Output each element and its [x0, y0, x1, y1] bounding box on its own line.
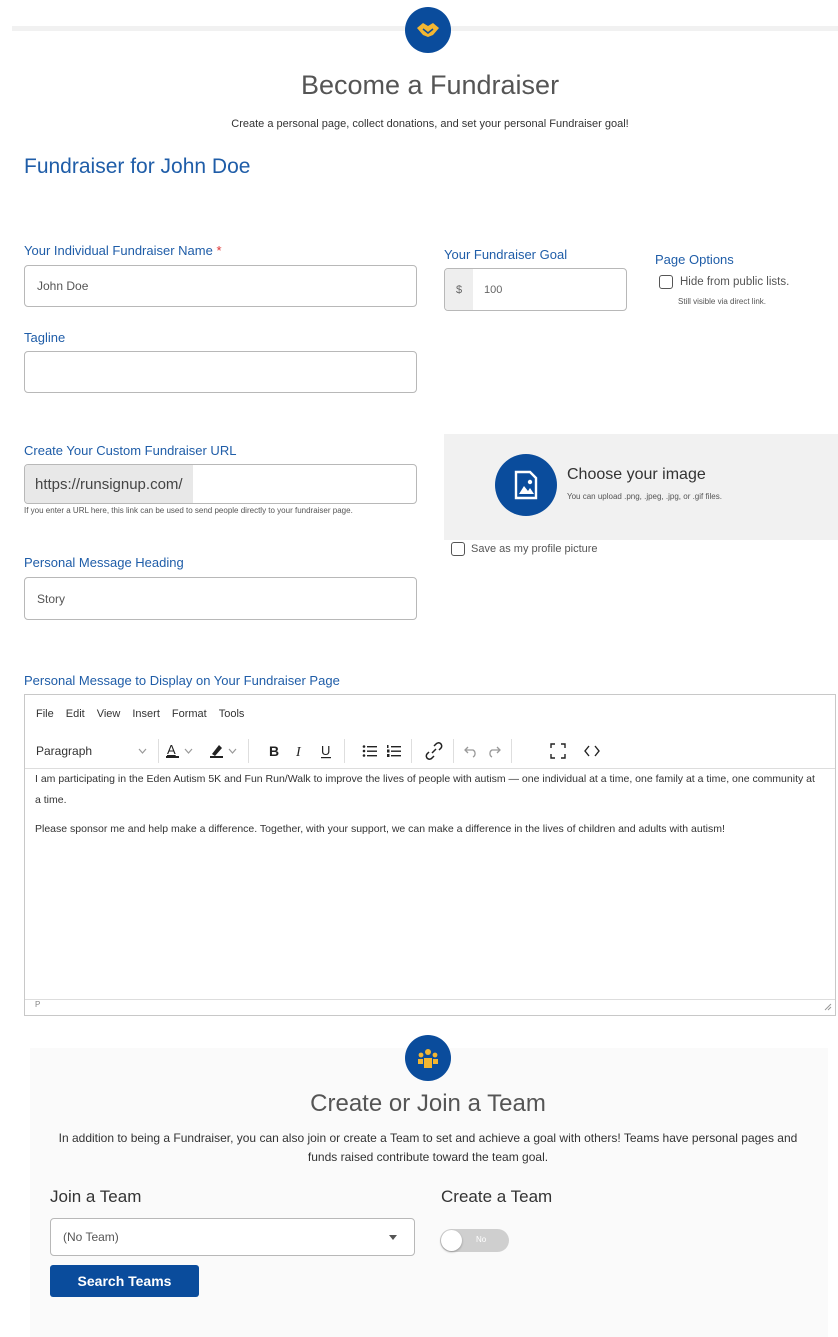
- goal-currency-prefix: $: [445, 269, 473, 310]
- fullscreen-button[interactable]: [550, 733, 566, 769]
- undo-button[interactable]: [463, 733, 479, 769]
- team-title: Create or Join a Team: [310, 1090, 546, 1117]
- hide-public-sub: Still visible via direct link.: [678, 297, 767, 306]
- tagline-label: Tagline: [24, 330, 66, 345]
- toolbar-divider: [511, 739, 512, 763]
- bold-button[interactable]: B: [267, 733, 281, 769]
- choose-image-sub: You can upload .png, .jpeg, .jpg, or .gi…: [567, 492, 722, 501]
- source-code-button[interactable]: [584, 733, 600, 769]
- menu-tools[interactable]: Tools: [219, 708, 245, 720]
- underline-icon: U: [321, 743, 331, 759]
- bullet-list-icon: [362, 745, 377, 757]
- chevron-down-icon: [138, 748, 147, 754]
- toolbar-divider: [158, 739, 159, 763]
- toggle-label: No: [476, 1235, 487, 1244]
- menu-edit[interactable]: Edit: [66, 708, 85, 720]
- bold-icon: B: [269, 743, 279, 759]
- fundraiser-name-label: Your Individual Fundraiser Name *: [24, 243, 222, 258]
- join-team-label: Join a Team: [50, 1187, 142, 1206]
- custom-url-input[interactable]: https://runsignup.com/: [24, 464, 417, 504]
- italic-icon: I: [295, 745, 302, 759]
- italic-button[interactable]: I: [294, 733, 308, 769]
- redo-button[interactable]: [486, 733, 502, 769]
- text-color-icon: A: [166, 742, 193, 758]
- profile-picture-checkbox[interactable]: [451, 542, 465, 556]
- profile-picture-label: Save as my profile picture: [471, 543, 598, 555]
- bullet-list-button[interactable]: [362, 733, 378, 769]
- custom-url-label: Create Your Custom Fundraiser URL: [24, 443, 237, 458]
- goal-label: Your Fundraiser Goal: [444, 247, 568, 262]
- fundraiser-name-input[interactable]: John Doe: [24, 265, 417, 307]
- editor-content[interactable]: I am participating in the Eden Autism 5K…: [35, 769, 815, 848]
- image-upload-icon[interactable]: [495, 454, 557, 516]
- create-team-toggle[interactable]: No: [440, 1229, 509, 1252]
- toolbar-divider: [344, 739, 345, 763]
- team-icon: [405, 1035, 451, 1081]
- dropdown-arrow-icon: [389, 1235, 397, 1240]
- team-select-value: (No Team): [63, 1230, 119, 1244]
- menu-view[interactable]: View: [97, 708, 121, 720]
- url-prefix: https://runsignup.com/: [25, 465, 193, 503]
- underline-button[interactable]: U: [319, 733, 333, 769]
- toggle-knob: [441, 1230, 462, 1251]
- fundraiser-name-value: John Doe: [37, 279, 89, 293]
- search-teams-button[interactable]: Search Teams: [50, 1265, 199, 1297]
- fullscreen-icon: [550, 743, 566, 759]
- numbered-list-button[interactable]: [386, 733, 402, 769]
- toolbar-divider: [453, 739, 454, 763]
- redo-icon: [489, 746, 501, 758]
- goal-value: 100: [484, 283, 503, 296]
- highlight-icon: [210, 745, 237, 758]
- svg-text:I: I: [295, 745, 302, 759]
- highlight-color-button[interactable]: [209, 733, 243, 769]
- svg-text:U: U: [321, 743, 330, 758]
- hide-public-label: Hide from public lists.: [680, 276, 790, 288]
- numbered-list-icon: [387, 745, 401, 757]
- rich-text-editor[interactable]: File Edit View Insert Format Tools Parag…: [24, 694, 836, 1016]
- undo-icon: [464, 746, 476, 758]
- menu-insert[interactable]: Insert: [132, 708, 160, 720]
- block-format-value: Paragraph: [36, 744, 93, 758]
- link-icon: [425, 742, 443, 760]
- goal-input[interactable]: $ 100: [444, 268, 627, 311]
- page-title: Become a Fundraiser: [300, 70, 560, 100]
- message-heading-input[interactable]: Story: [24, 577, 417, 620]
- message-paragraph: Please sponsor me and help make a differ…: [35, 823, 725, 835]
- hide-public-checkbox[interactable]: [659, 275, 673, 289]
- create-team-label: Create a Team: [441, 1187, 553, 1206]
- page-options-label: Page Options: [655, 252, 734, 267]
- element-path: P: [35, 1000, 41, 1009]
- toolbar-divider: [411, 739, 412, 763]
- text-color-button[interactable]: A: [165, 733, 199, 769]
- required-asterisk: *: [216, 243, 222, 258]
- url-help-text: If you enter a URL here, this link can b…: [24, 506, 353, 515]
- link-button[interactable]: [425, 733, 443, 769]
- editor-menubar: File Edit View Insert Format Tools: [25, 695, 835, 733]
- tagline-input[interactable]: [24, 351, 417, 393]
- svg-text:B: B: [269, 743, 279, 759]
- message-label: Personal Message to Display on Your Fund…: [24, 673, 340, 688]
- editor-statusbar: P: [25, 999, 835, 1015]
- message-heading-label: Personal Message Heading: [24, 555, 184, 570]
- handshake-icon: [405, 7, 451, 53]
- block-format-select[interactable]: Paragraph: [36, 733, 151, 769]
- fundraiser-name-label-text: Your Individual Fundraiser Name: [24, 243, 213, 258]
- fundraiser-heading: Fundraiser for John Doe: [24, 155, 251, 178]
- svg-text:A: A: [167, 742, 176, 757]
- code-icon: [584, 745, 600, 757]
- choose-image-title: Choose your image: [567, 466, 706, 483]
- team-select[interactable]: (No Team): [50, 1218, 415, 1256]
- editor-toolbar: Paragraph A B I U: [25, 733, 835, 769]
- toolbar-divider: [248, 739, 249, 763]
- message-heading-value: Story: [37, 591, 66, 606]
- message-paragraph: I am participating in the Eden Autism 5K…: [35, 773, 815, 806]
- team-description: In addition to being a Fundraiser, you c…: [58, 1131, 798, 1164]
- resize-handle-icon[interactable]: [824, 1003, 832, 1011]
- page-subtitle: Create a personal page, collect donation…: [231, 118, 629, 130]
- menu-format[interactable]: Format: [172, 708, 207, 720]
- menu-file[interactable]: File: [36, 708, 54, 720]
